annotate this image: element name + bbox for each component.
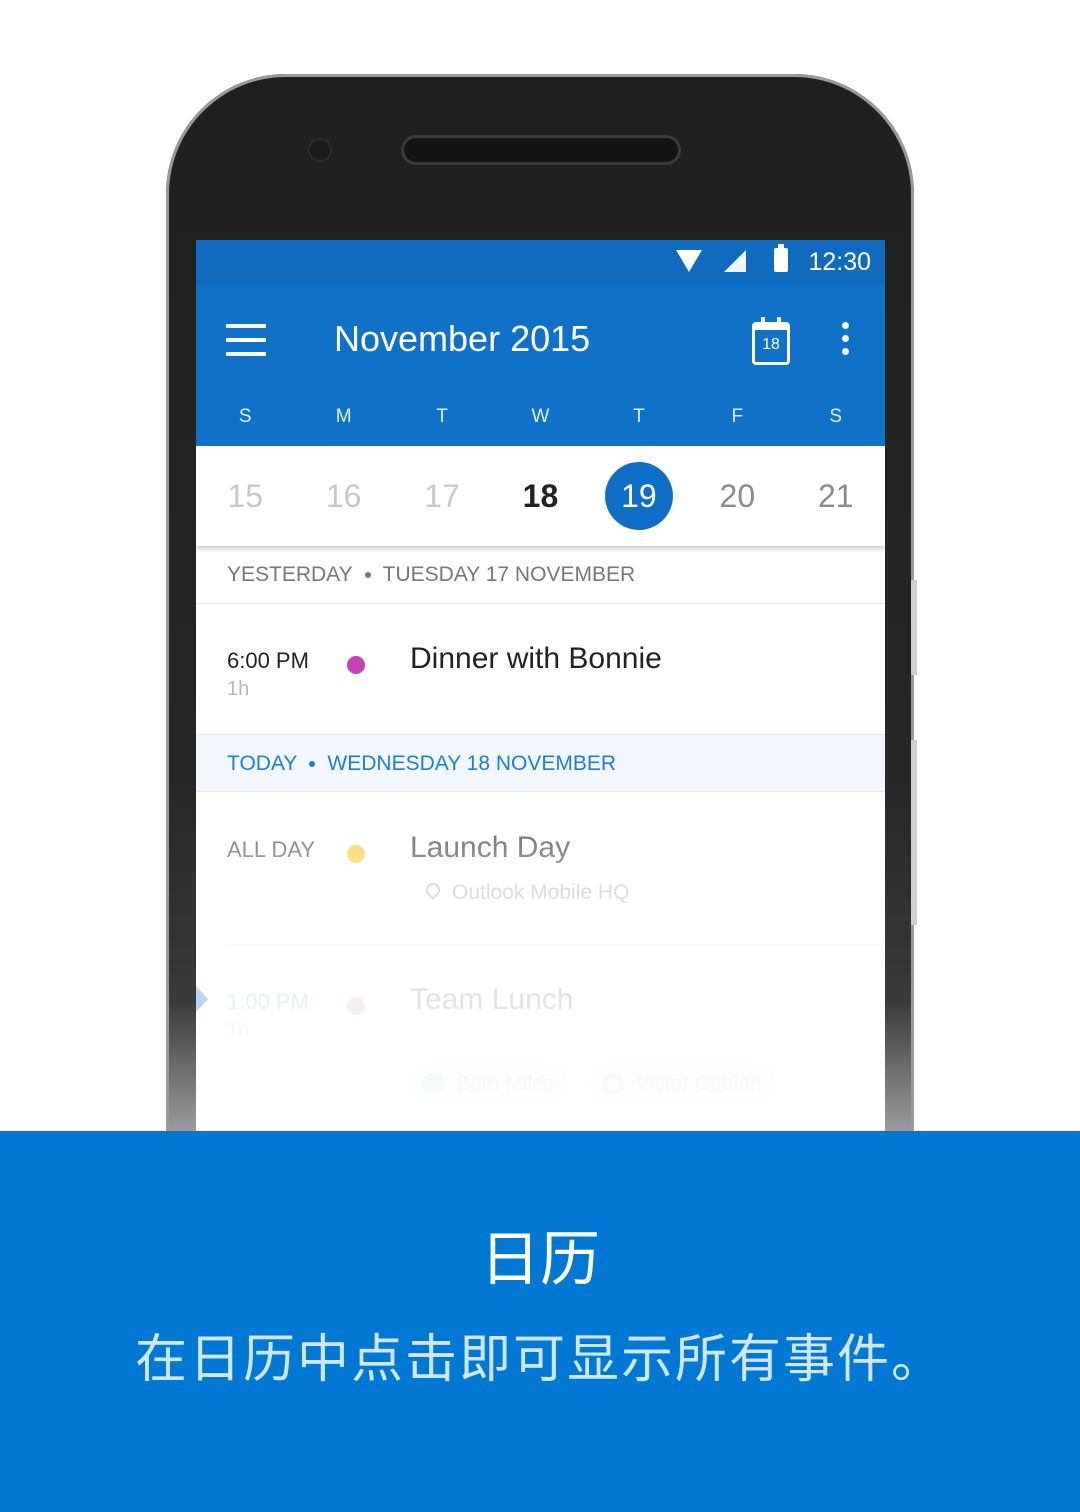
- header-relative-day: TODAY: [227, 752, 298, 775]
- attendee-chip[interactable]: Beth Miles: [410, 1063, 569, 1105]
- status-bar: 12:30: [196, 240, 885, 284]
- month-title[interactable]: November 2015: [334, 318, 590, 360]
- calendar-color-dot: [347, 845, 365, 863]
- day-cell[interactable]: 15: [196, 446, 294, 546]
- volume-button: [911, 740, 917, 925]
- today-calendar-icon[interactable]: 18: [752, 317, 790, 365]
- wifi-icon: [676, 250, 702, 272]
- attendee-chip[interactable]: Victor Coulon: [590, 1063, 776, 1105]
- event-time: 1:00 PM: [227, 989, 309, 1014]
- day-strip: 15 16 17 18 19 20 21: [196, 446, 885, 546]
- agenda-day-header-today: TODAY WEDNESDAY 18 NOVEMBER: [196, 734, 885, 792]
- battery-icon: [774, 244, 788, 272]
- event-location-text: Outlook Mobile HQ: [452, 881, 630, 904]
- event-title: Launch Day: [410, 831, 571, 864]
- day-cell[interactable]: 17: [393, 446, 491, 546]
- weekday-label: T: [436, 406, 448, 427]
- agenda-list[interactable]: YESTERDAY TUESDAY 17 NOVEMBER 6:00 PM 1h …: [196, 546, 885, 1131]
- phone-screen: 12:30 November 2015 18 S M T W T F S 15 …: [196, 240, 885, 1131]
- event-row[interactable]: 6:00 PM 1h Dinner with Bonnie: [196, 642, 885, 738]
- earpiece-speaker: [404, 138, 678, 162]
- signal-icon: [724, 250, 746, 272]
- day-cell[interactable]: 16: [294, 446, 392, 546]
- day-cell[interactable]: 20: [688, 446, 786, 546]
- menu-icon[interactable]: [226, 324, 266, 356]
- app-bar: November 2015 18 S M T W T F S: [196, 284, 885, 446]
- banner-title: 日历: [480, 1225, 600, 1295]
- weekday-label: W: [531, 406, 550, 427]
- day-cell-today[interactable]: 18: [491, 446, 589, 546]
- separator-dot: [309, 761, 316, 768]
- event-time: ALL DAY: [227, 837, 316, 862]
- more-vert-icon[interactable]: [842, 322, 850, 362]
- event-row[interactable]: 1:00 PM 1h Team Lunch Beth Miles Victor …: [196, 983, 885, 1129]
- event-duration: 1h: [227, 1019, 250, 1041]
- front-camera: [310, 140, 330, 160]
- attendee-name: Beth Miles: [456, 1072, 555, 1095]
- weekday-label: T: [633, 406, 645, 427]
- current-time-marker: [196, 986, 208, 1012]
- attendee-name: Victor Coulon: [636, 1072, 762, 1095]
- weekday-label: S: [238, 406, 252, 427]
- event-duration: 1h: [227, 678, 250, 700]
- status-time: 12:30: [808, 248, 871, 276]
- header-date: WEDNESDAY 18 NOVEMBER: [327, 752, 617, 775]
- header-date: TUESDAY 17 NOVEMBER: [382, 563, 636, 586]
- weekday-label: F: [731, 406, 744, 427]
- attendee-status-icon: [422, 1073, 444, 1095]
- day-cell-selected[interactable]: 19: [590, 446, 688, 546]
- weekday-label: S: [829, 406, 843, 427]
- event-row[interactable]: ALL DAY Launch Day Outlook Mobile HQ: [196, 831, 885, 947]
- attendee-status-icon: [602, 1073, 624, 1095]
- agenda-day-header: YESTERDAY TUESDAY 17 NOVEMBER: [196, 546, 885, 604]
- banner-subtitle: 在日历中点击即可显示所有事件。: [134, 1330, 945, 1390]
- weekday-header: S M T W T F S: [196, 406, 885, 436]
- promo-banner: 日历 在日历中点击即可显示所有事件。: [0, 1131, 1080, 1512]
- event-time: 6:00 PM: [227, 648, 309, 673]
- event-title: Dinner with Bonnie: [410, 642, 662, 675]
- weekday-label: M: [335, 406, 352, 427]
- separator-dot: [364, 572, 371, 579]
- divider: [227, 944, 885, 945]
- calendar-color-dot: [347, 997, 365, 1015]
- event-location: Outlook Mobile HQ: [423, 880, 630, 905]
- day-cell[interactable]: 21: [787, 446, 885, 546]
- location-pin-icon: [423, 880, 443, 900]
- side-button: [911, 580, 917, 675]
- calendar-color-dot: [347, 656, 365, 674]
- event-title: Team Lunch: [410, 983, 574, 1016]
- header-relative-day: YESTERDAY: [227, 563, 353, 586]
